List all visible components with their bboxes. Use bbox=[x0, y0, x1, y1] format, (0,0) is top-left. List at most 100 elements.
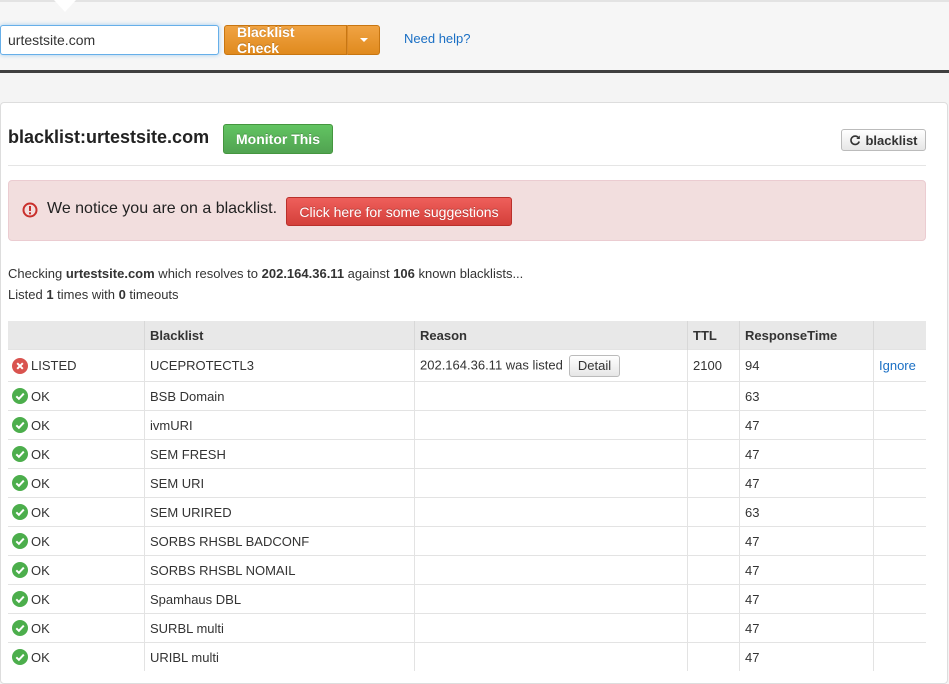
x-circle-icon bbox=[12, 357, 28, 374]
detail-button[interactable]: Detail bbox=[568, 354, 621, 377]
table-row: OK SURBL multi 47 bbox=[8, 613, 926, 643]
monitor-this-button[interactable]: Monitor This bbox=[223, 124, 333, 154]
ttl-cell bbox=[687, 439, 740, 469]
response-time-cell: 94 bbox=[739, 349, 874, 382]
pointer-notch bbox=[54, 0, 76, 12]
status-label: LISTED bbox=[31, 358, 77, 373]
refresh-icon bbox=[850, 135, 861, 146]
summary-ip: 202.164.36.11 bbox=[261, 266, 345, 281]
reason-cell bbox=[414, 410, 688, 440]
status-cell: OK bbox=[8, 381, 145, 411]
summary-count: 106 bbox=[393, 266, 415, 281]
reason-text: 202.164.36.11 was listed bbox=[420, 356, 563, 372]
blacklist-name-cell: SEM FRESH bbox=[144, 439, 415, 469]
blacklist-name-cell: SEM URI bbox=[144, 468, 415, 498]
status-cell: OK bbox=[8, 613, 145, 643]
table-row: OK SORBS RHSBL BADCONF 47 bbox=[8, 526, 926, 556]
table-row: OK ivmURI 47 bbox=[8, 410, 926, 440]
reason-cell bbox=[414, 468, 688, 498]
table-row: OK SEM URIRED 63 bbox=[8, 497, 926, 527]
header-ttl: TTL bbox=[687, 321, 740, 350]
check-circle-icon bbox=[12, 533, 28, 549]
alert-message: We notice you are on a blacklist. bbox=[47, 200, 278, 217]
check-circle-icon bbox=[12, 388, 28, 404]
reason-cell bbox=[414, 497, 688, 527]
action-cell bbox=[873, 613, 926, 643]
status-label: OK bbox=[31, 591, 50, 607]
domain-search-input[interactable] bbox=[0, 25, 219, 55]
status-cell: OK bbox=[8, 468, 145, 498]
chevron-down-icon bbox=[359, 38, 368, 42]
refresh-label: blacklist bbox=[865, 132, 918, 148]
blacklist-name-cell: SORBS RHSBL NOMAIL bbox=[144, 555, 415, 585]
table-row: OK SEM URI 47 bbox=[8, 468, 926, 498]
table-header-row: Blacklist Reason TTL ResponseTime bbox=[8, 321, 926, 350]
action-cell bbox=[873, 526, 926, 556]
reason-cell bbox=[414, 555, 688, 585]
blacklist-check-button[interactable]: Blacklist Check bbox=[224, 24, 347, 56]
action-cell: Ignore bbox=[873, 349, 926, 382]
response-time-cell: 47 bbox=[739, 439, 874, 469]
blacklist-name-cell: UCEPROTECTL3 bbox=[144, 349, 415, 382]
reason-cell bbox=[414, 613, 688, 643]
blacklist-name-cell: ivmURI bbox=[144, 410, 415, 440]
ttl-cell bbox=[687, 526, 740, 556]
action-cell bbox=[873, 381, 926, 411]
suggestions-button[interactable]: Click here for some suggestions bbox=[286, 197, 512, 226]
status-cell: OK bbox=[8, 410, 145, 440]
action-cell bbox=[873, 555, 926, 585]
table-row: OK SEM FRESH 47 bbox=[8, 439, 926, 469]
response-time-cell: 47 bbox=[739, 410, 874, 440]
ttl-cell bbox=[687, 555, 740, 585]
blacklist-name-cell: SORBS RHSBL BADCONF bbox=[144, 526, 415, 556]
table-row: LISTED UCEPROTECTL3 202.164.36.11 was list… bbox=[8, 349, 926, 382]
ttl-cell bbox=[687, 410, 740, 440]
ttl-cell bbox=[687, 497, 740, 527]
status-label: OK bbox=[31, 649, 50, 665]
status-cell: OK bbox=[8, 439, 145, 469]
ignore-link[interactable]: Ignore bbox=[879, 358, 916, 373]
blacklist-check-button-group: Blacklist Check bbox=[224, 24, 380, 56]
status-cell: LISTED bbox=[8, 349, 145, 382]
action-cell bbox=[873, 468, 926, 498]
action-cell bbox=[873, 497, 926, 527]
status-cell: OK bbox=[8, 584, 145, 614]
header-action bbox=[873, 321, 926, 350]
check-circle-icon bbox=[12, 446, 28, 462]
status-label: OK bbox=[31, 562, 50, 578]
action-cell bbox=[873, 642, 926, 671]
check-summary: Checking urtestsite.com which resolves t… bbox=[8, 263, 523, 305]
status-cell: OK bbox=[8, 642, 145, 671]
ttl-cell bbox=[687, 468, 740, 498]
summary-line-2: Listed 1 times with 0 timeouts bbox=[8, 287, 179, 302]
ttl-cell bbox=[687, 584, 740, 614]
reason-cell bbox=[414, 381, 688, 411]
header-reason: Reason bbox=[414, 321, 688, 350]
action-cell bbox=[873, 439, 926, 469]
response-time-cell: 47 bbox=[739, 468, 874, 498]
need-help-link[interactable]: Need help? bbox=[404, 31, 471, 46]
ttl-cell bbox=[687, 613, 740, 643]
blacklist-name-cell: SURBL multi bbox=[144, 613, 415, 643]
refresh-blacklist-button[interactable]: blacklist bbox=[841, 129, 926, 151]
dropdown-toggle-button[interactable] bbox=[347, 25, 380, 55]
header-blacklist: Blacklist bbox=[144, 321, 415, 350]
top-border bbox=[0, 0, 949, 2]
table-row: OK BSB Domain 63 bbox=[8, 381, 926, 411]
response-time-cell: 47 bbox=[739, 642, 874, 671]
status-label: OK bbox=[31, 417, 50, 433]
reason-cell: 202.164.36.11 was listed Detail bbox=[414, 349, 688, 382]
action-cell bbox=[873, 584, 926, 614]
reason-cell bbox=[414, 439, 688, 469]
status-label: OK bbox=[31, 388, 50, 404]
blacklist-name-cell: URIBL multi bbox=[144, 642, 415, 671]
status-label: OK bbox=[31, 446, 50, 462]
check-circle-icon bbox=[12, 504, 28, 520]
response-time-cell: 47 bbox=[739, 526, 874, 556]
response-time-cell: 47 bbox=[739, 584, 874, 614]
ttl-cell bbox=[687, 381, 740, 411]
status-label: OK bbox=[31, 475, 50, 491]
check-circle-icon bbox=[12, 649, 28, 665]
action-cell bbox=[873, 410, 926, 440]
reason-cell bbox=[414, 584, 688, 614]
